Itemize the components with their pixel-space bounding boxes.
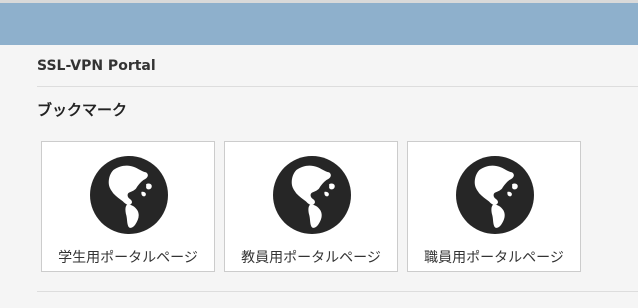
globe-icon <box>456 156 534 234</box>
portal-title: SSL-VPN Portal <box>37 58 156 74</box>
top-banner <box>0 0 638 45</box>
bookmark-label: 教員用ポータルページ <box>241 250 381 266</box>
bookmark-label: 職員用ポータルページ <box>424 250 564 266</box>
footer-divider <box>37 291 638 292</box>
globe-icon <box>90 156 168 234</box>
bookmark-tile-faculty[interactable]: 教員用ポータルページ <box>224 141 398 272</box>
bookmarks-heading: ブックマーク <box>37 101 128 119</box>
globe-icon <box>273 156 351 234</box>
bookmark-tile-student[interactable]: 学生用ポータルページ <box>41 141 215 272</box>
header-divider <box>37 86 638 87</box>
bookmark-tile-staff[interactable]: 職員用ポータルページ <box>407 141 581 272</box>
bookmark-label: 学生用ポータルページ <box>58 250 198 266</box>
